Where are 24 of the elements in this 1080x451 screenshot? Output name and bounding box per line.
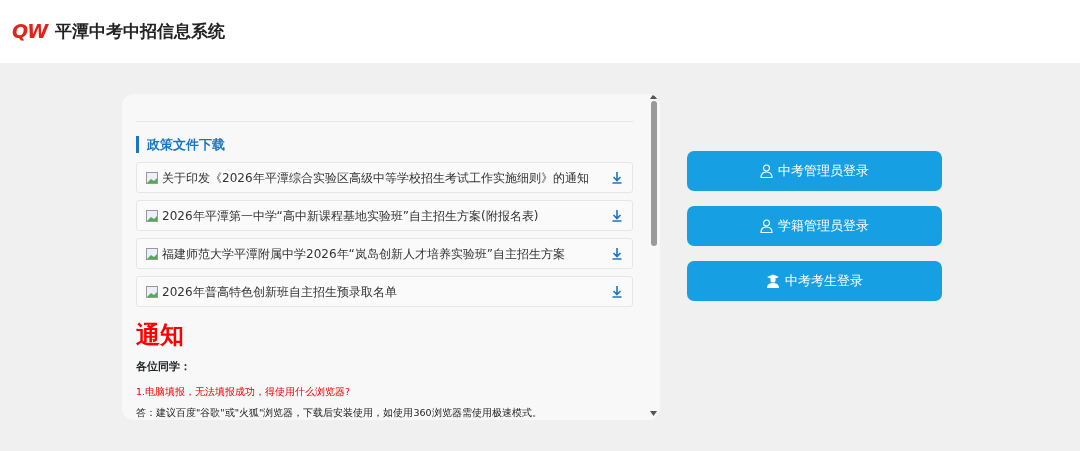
notice-title: 通知 xyxy=(136,320,185,351)
graduate-icon xyxy=(766,274,780,288)
download-icon[interactable] xyxy=(612,209,622,222)
user-icon xyxy=(760,219,773,233)
answer-text: 答：建议百度"谷歌"或"火狐"浏览器，下载后安装使用，如使用360浏览器需使用极速模式。 xyxy=(136,405,543,420)
greeting: 各位同学： xyxy=(136,359,192,375)
download-icon[interactable] xyxy=(612,247,622,260)
section-heading: 政策文件下载 xyxy=(136,136,633,153)
scroll-up-icon[interactable] xyxy=(650,94,657,99)
site-title: 平潭中考中招信息系统 xyxy=(55,19,226,43)
user-icon xyxy=(760,164,773,178)
image-icon xyxy=(146,285,158,298)
image-icon xyxy=(146,247,158,260)
download-icon[interactable] xyxy=(612,171,622,184)
question-text: 1.电脑填报，无法填报成功，得使用什么浏览器? xyxy=(136,384,352,399)
image-icon xyxy=(146,171,158,184)
file-link[interactable]: 2026年普高特色创新班自主招生预录取名单 xyxy=(136,276,633,307)
file-link[interactable]: 关于印发《2026年平潭综合实验区高级中等学校招生考试工作实施细则》的通知 xyxy=(136,162,633,193)
image-icon xyxy=(146,209,158,222)
logo: QW xyxy=(12,19,48,45)
scroll-down-icon[interactable] xyxy=(650,411,657,416)
file-link[interactable]: 2026年平潭第一中学“高中新课程基地实验班”自主招生方案(附报名表) xyxy=(136,200,633,231)
download-icon[interactable] xyxy=(612,285,622,298)
file-link[interactable]: 福建师范大学平潭附属中学2026年“岚岛创新人才培养实验班”自主招生方案 xyxy=(136,238,633,269)
